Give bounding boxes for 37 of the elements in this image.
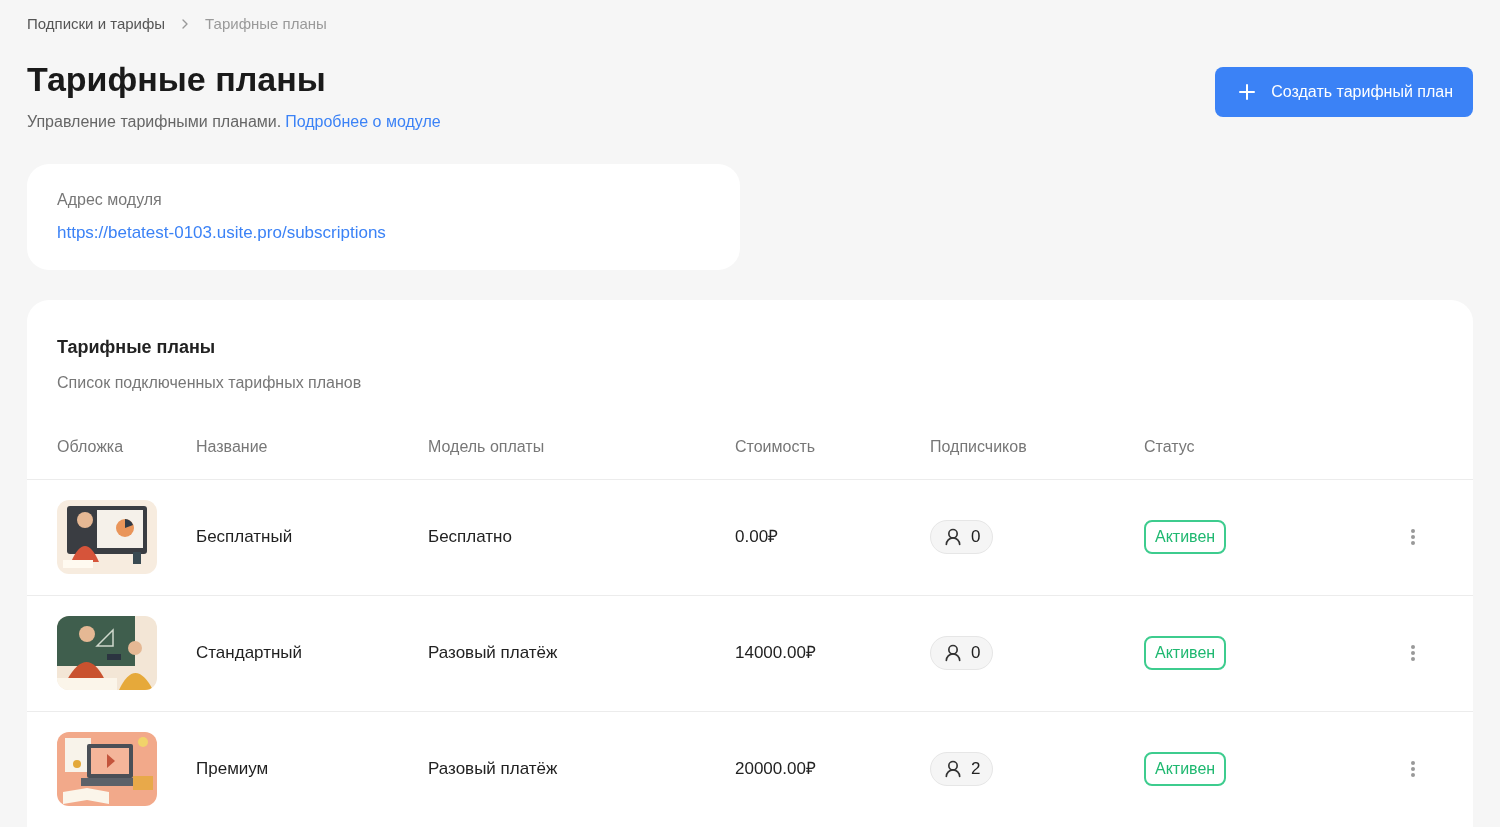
plan-name: Бесплатный xyxy=(196,527,293,547)
plans-card-title: Тарифные планы xyxy=(57,335,217,359)
user-icon xyxy=(943,526,963,547)
status-badge: Активен xyxy=(1144,752,1227,786)
more-icon xyxy=(1411,761,1415,777)
plan-name: Премиум xyxy=(196,759,269,779)
breadcrumb-link[interactable]: Подписки и тарифы xyxy=(27,13,166,36)
subscribers-count: 0 xyxy=(971,526,981,548)
subscribers-count: 0 xyxy=(971,642,981,664)
more-icon xyxy=(1411,529,1415,545)
plan-price: 0.00₽ xyxy=(735,527,779,547)
status-badge: Активен xyxy=(1144,636,1227,670)
column-header: Название xyxy=(196,437,268,455)
payment-model: Разовый платёж xyxy=(428,759,558,779)
page-title: Тарифные планы xyxy=(27,58,327,100)
column-header: Стоимость xyxy=(735,437,816,455)
column-header: Обложка xyxy=(57,437,124,455)
create-plan-button[interactable]: Создать тарифный план xyxy=(1215,66,1473,117)
plan-name: Стандартный xyxy=(196,643,303,663)
page-subtitle: Управление тарифными планами. xyxy=(27,112,282,132)
module-url-link[interactable]: https://betatest-0103.usite.pro/subscriptions xyxy=(57,220,710,246)
plan-price: 14000.00₽ xyxy=(735,643,816,663)
status-badge: Активен xyxy=(1144,520,1227,554)
payment-model: Бесплатно xyxy=(428,527,512,547)
breadcrumb-link[interactable]: Тарифные планы xyxy=(205,13,327,36)
subscribers-count: 2 xyxy=(971,758,981,780)
more-icon xyxy=(1411,645,1415,661)
column-header: Подписчиков xyxy=(930,437,1027,455)
module-info-link[interactable]: Подробнее о модуле xyxy=(285,110,441,134)
user-icon xyxy=(943,758,963,779)
plans-card-subtitle: Список подключенных тарифных планов xyxy=(57,372,363,393)
module-address-label: Адрес модуля xyxy=(57,190,163,210)
column-header: Модель оплаты xyxy=(428,437,545,455)
payment-model: Разовый платёж xyxy=(428,643,558,663)
user-icon xyxy=(943,642,963,663)
column-header: Статус xyxy=(1144,437,1195,455)
plan-price: 20000.00₽ xyxy=(735,759,816,779)
